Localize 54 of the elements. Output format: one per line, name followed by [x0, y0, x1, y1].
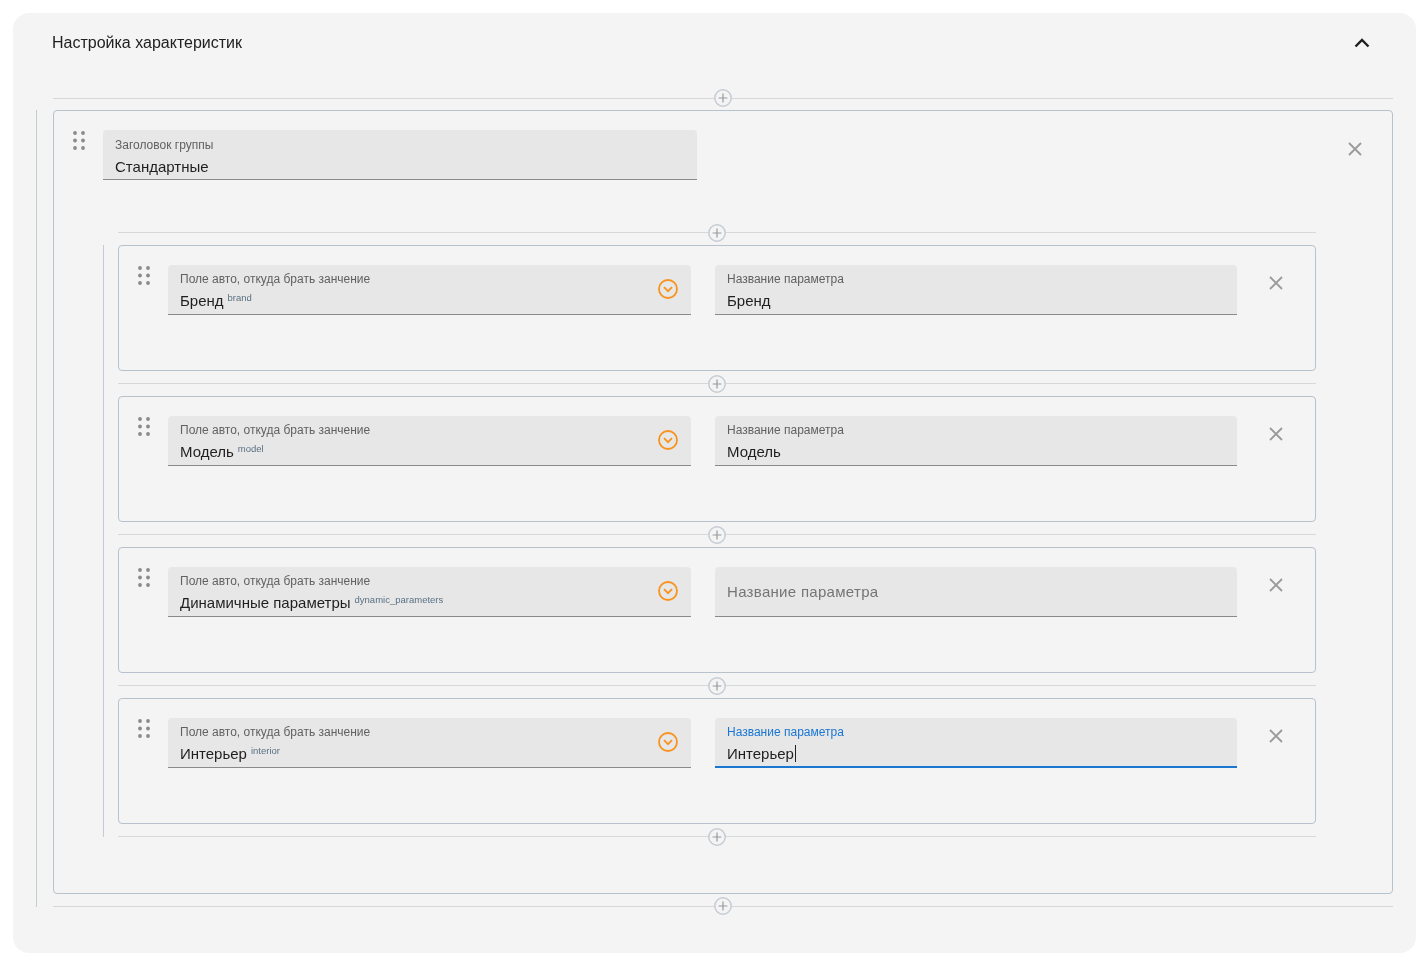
- field-code: brand: [227, 292, 252, 303]
- chevron-down-circle-icon[interactable]: [658, 732, 678, 752]
- field-code: dynamic_parameters: [354, 594, 444, 605]
- plus-circle-icon[interactable]: [708, 525, 726, 544]
- drag-handle-icon[interactable]: [73, 131, 85, 150]
- source-field-select[interactable]: Поле авто, откуда брать занчение Динамичные параметры dynamic_parameters: [168, 567, 691, 617]
- source-field-select[interactable]: Поле авто, откуда брать занчение Бренд brand: [168, 265, 691, 315]
- source-field-select[interactable]: Поле авто, откуда брать занчение Интерьер interior: [168, 718, 691, 768]
- close-icon[interactable]: [1269, 427, 1283, 441]
- field-code: model: [237, 443, 264, 454]
- parameter-name-input[interactable]: Название параметра Интерьер: [715, 718, 1237, 768]
- field-value: Интерьер: [727, 745, 794, 763]
- plus-circle-icon[interactable]: [708, 223, 726, 242]
- panel-title: Настройка характеристик: [52, 33, 243, 53]
- drag-handle-icon[interactable]: [138, 266, 150, 285]
- close-icon[interactable]: [1269, 578, 1283, 592]
- drag-handle-icon[interactable]: [138, 719, 150, 738]
- placeholder-text: Название параметра: [727, 582, 879, 601]
- plus-circle-icon[interactable]: [708, 676, 726, 695]
- field-label: Название параметра: [727, 423, 844, 437]
- field-label: Поле авто, откуда брать занчение: [180, 272, 371, 286]
- drag-handle-icon[interactable]: [138, 568, 150, 587]
- group-title-input[interactable]: Заголовок группы Стандартные: [103, 130, 697, 180]
- field-value: Бренд: [727, 292, 771, 310]
- parameter-name-input[interactable]: Название параметра Бренд: [715, 265, 1237, 315]
- field-label: Поле авто, откуда брать занчение: [180, 725, 371, 739]
- plus-circle-icon[interactable]: [708, 827, 726, 846]
- drag-handle-icon[interactable]: [138, 417, 150, 436]
- text-cursor: [794, 745, 796, 762]
- plus-circle-icon[interactable]: [714, 89, 732, 107]
- parameter-name-input[interactable]: Название параметра: [715, 567, 1237, 617]
- field-value: Стандартные: [115, 158, 209, 176]
- field-value: Динамичные параметры: [180, 594, 351, 612]
- field-label: Название параметра: [727, 272, 844, 286]
- plus-circle-icon[interactable]: [714, 897, 732, 915]
- field-code: interior: [250, 745, 280, 756]
- field-value: Интерьер: [180, 745, 247, 763]
- close-icon[interactable]: [1348, 142, 1362, 156]
- chevron-down-circle-icon[interactable]: [658, 581, 678, 601]
- field-label: Поле авто, откуда брать занчение: [180, 574, 371, 588]
- plus-circle-icon[interactable]: [708, 374, 726, 393]
- source-field-select[interactable]: Поле авто, откуда брать занчение Модель model: [168, 416, 691, 466]
- chevron-down-circle-icon[interactable]: [658, 430, 678, 450]
- field-value: Модель: [180, 443, 234, 461]
- field-value: Модель: [727, 443, 781, 461]
- close-icon[interactable]: [1269, 729, 1283, 743]
- field-label: Заголовок группы: [115, 138, 214, 152]
- chevron-up-icon[interactable]: [1354, 38, 1370, 48]
- chevron-down-circle-icon[interactable]: [658, 279, 678, 299]
- parameter-name-input[interactable]: Название параметра Модель: [715, 416, 1237, 466]
- field-label: Поле авто, откуда брать занчение: [180, 423, 371, 437]
- close-icon[interactable]: [1269, 276, 1283, 290]
- field-value: Бренд: [180, 292, 224, 310]
- field-label: Название параметра: [727, 725, 844, 739]
